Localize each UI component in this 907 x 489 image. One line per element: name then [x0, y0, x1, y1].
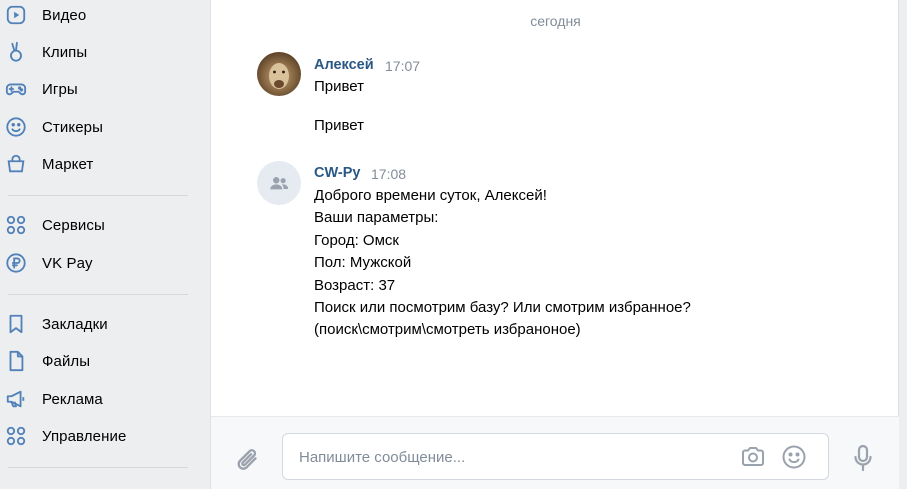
sidebar-divider: [8, 195, 188, 196]
vkpay-icon: [4, 251, 28, 275]
message-text: Привет: [314, 117, 365, 134]
sidebar-item-label: Закладки: [42, 315, 108, 333]
emoji-icon[interactable]: [781, 444, 807, 470]
video-icon: [4, 3, 28, 27]
file-icon: [4, 349, 28, 373]
message-time[interactable]: 17:08: [371, 166, 406, 182]
sidebar-item-label: Стикеры: [42, 118, 103, 136]
sidebar-item-label: Клипы: [42, 43, 88, 61]
sidebar-item-stickers[interactable]: Стикеры: [0, 109, 200, 145]
sidebar-item-vkpay[interactable]: VK Pay: [0, 245, 200, 281]
message-text: Ваши параметры:: [314, 209, 439, 226]
message-text: Пол: Мужской: [314, 254, 412, 271]
sidebar-item-games[interactable]: Игры: [0, 71, 200, 107]
sidebar-item-label: Маркет: [42, 155, 94, 173]
chat-panel: сегодня Алексей 17:07 Привет Привет CW-P…: [210, 0, 900, 489]
message-author[interactable]: Алексей: [314, 57, 374, 73]
sidebar-item-files[interactable]: Файлы: [0, 343, 200, 379]
message-text: Привет: [314, 78, 365, 95]
manage-icon: [4, 424, 28, 448]
gamepad-icon: [4, 77, 28, 101]
sidebar-item-label: Сервисы: [42, 216, 105, 234]
microphone-icon[interactable]: [851, 443, 875, 473]
sidebar-item-label: Управление: [42, 427, 127, 445]
date-separator: сегодня: [530, 13, 581, 29]
sidebar-item-label: Игры: [42, 80, 78, 98]
camera-icon[interactable]: [740, 444, 766, 470]
sidebar-item-label: Файлы: [42, 352, 91, 370]
avatar-cwpy[interactable]: [257, 161, 301, 205]
message-input-box: [282, 433, 829, 480]
clips-icon: [4, 40, 28, 64]
sidebar-item-manage[interactable]: Управление: [0, 418, 200, 454]
left-sidebar: Видео Клипы Игры Стикеры Маркет Сервисы: [0, 0, 210, 489]
avatar-alexey[interactable]: [257, 52, 301, 96]
message-text: Город: Омск: [314, 232, 399, 249]
sidebar-item-label: Видео: [42, 6, 87, 24]
market-icon: [4, 152, 28, 176]
sidebar-item-services[interactable]: Сервисы: [0, 207, 200, 243]
sticker-icon: [4, 115, 28, 139]
sidebar-item-label: VK Pay: [42, 254, 93, 272]
sidebar-item-clips[interactable]: Клипы: [0, 34, 200, 70]
message-composer: [211, 416, 900, 489]
message-text: (поиск\смотрим\смотреть избраноное): [314, 321, 581, 338]
right-background: [899, 0, 907, 489]
services-icon: [4, 213, 28, 237]
paperclip-icon[interactable]: [235, 445, 261, 475]
sidebar-divider: [8, 294, 188, 295]
megaphone-icon: [4, 387, 28, 411]
sidebar-item-market[interactable]: Маркет: [0, 146, 200, 182]
message-text: Поиск или посмотрим базу? Или смотрим из…: [314, 299, 691, 316]
sidebar-item-label: Реклама: [42, 390, 103, 408]
group-icon: [268, 172, 290, 194]
message-time[interactable]: 17:07: [385, 58, 420, 74]
sidebar-item-ads[interactable]: Реклама: [0, 381, 200, 417]
message-text: Доброго времени суток, Алексей!: [314, 187, 547, 204]
sidebar-divider: [8, 467, 188, 468]
sidebar-item-video[interactable]: Видео: [0, 0, 200, 33]
bookmark-icon: [4, 312, 28, 336]
message-text: Возраст: 37: [314, 277, 396, 294]
message-input[interactable]: [299, 446, 719, 468]
message-author[interactable]: CW-Py: [314, 165, 360, 181]
sidebar-item-bookmarks[interactable]: Закладки: [0, 306, 200, 342]
